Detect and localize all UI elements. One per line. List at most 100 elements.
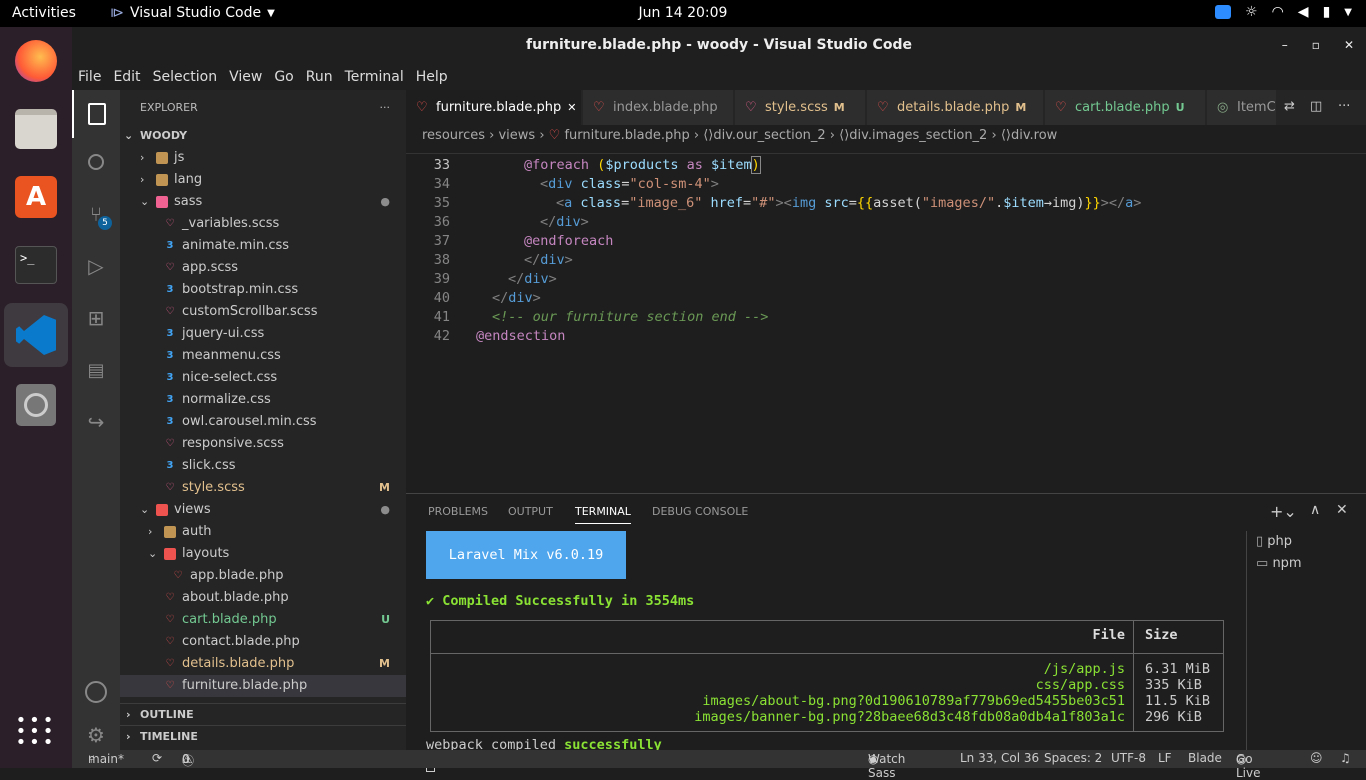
tree-item[interactable]: 3 owl.carousel.min.css (120, 411, 406, 433)
menu-selection[interactable]: Selection (147, 69, 224, 85)
tree-item[interactable]: ♡ cart.blade.php U (120, 609, 406, 631)
battery-icon[interactable]: ▮ (1323, 4, 1331, 20)
wifi-icon[interactable]: ◠ (1272, 4, 1284, 20)
breadcrumb-item[interactable]: furniture.blade.php (564, 128, 689, 143)
menu-file[interactable]: File (72, 69, 107, 85)
indentation[interactable]: Spaces: 2 (1044, 751, 1102, 765)
tab-problems[interactable]: PROBLEMS (428, 505, 488, 518)
split-editor-icon[interactable]: ◫ (1310, 99, 1322, 114)
menu-run[interactable]: Run (300, 69, 339, 85)
close-tab-icon[interactable]: ✕ (567, 101, 576, 114)
tree-item[interactable]: 3 bootstrap.min.css (120, 279, 406, 301)
tree-item[interactable]: › auth (120, 521, 406, 543)
tab-terminal[interactable]: TERMINAL (575, 505, 631, 524)
cursor-position[interactable]: Ln 33, Col 36 (960, 751, 1039, 765)
power-menu-icon[interactable]: ▼ (1344, 7, 1352, 18)
maximize-button[interactable]: ▫ (1312, 27, 1320, 64)
tree-item[interactable]: ⌄ sass ● (120, 191, 406, 213)
tree-item[interactable]: ♡ details.blade.php M (120, 653, 406, 675)
more-actions-icon[interactable]: ··· (1338, 99, 1350, 114)
close-panel-icon[interactable]: ✕ (1336, 502, 1348, 518)
firefox-icon[interactable] (12, 37, 60, 85)
tree-item[interactable]: ♡ app.scss (120, 257, 406, 279)
files-icon[interactable] (12, 105, 60, 153)
account-icon[interactable] (72, 668, 120, 716)
tree-item[interactable]: ♡ _variables.scss (120, 213, 406, 235)
tree-item[interactable]: ⌄ layouts (120, 543, 406, 565)
tree-item[interactable]: ♡ app.blade.php (120, 565, 406, 587)
breadcrumb-item[interactable]: div.images_section_2 (849, 128, 987, 143)
tab-cart-blade[interactable]: ♡ cart.blade.php U (1045, 90, 1206, 125)
outline-section[interactable]: › OUTLINE (120, 703, 406, 725)
breadcrumb-item[interactable]: div.our_section_2 (713, 128, 825, 143)
vscode-dock-icon[interactable] (12, 311, 60, 359)
activities-button[interactable]: Activities (12, 5, 76, 21)
tree-item[interactable]: ⌄ views ● (120, 499, 406, 521)
search-icon[interactable] (72, 138, 120, 186)
explorer-icon[interactable] (72, 90, 120, 138)
timeline-section[interactable]: › TIMELINE (120, 725, 406, 747)
settings-gear-icon[interactable]: ⚙ (72, 720, 120, 750)
minimize-button[interactable]: – (1282, 27, 1288, 64)
docker-icon[interactable]: ▤ (72, 346, 120, 394)
feedback-icon[interactable]: ☺ (1310, 751, 1323, 765)
terminal-icon[interactable]: >_ (12, 241, 60, 289)
sync-icon[interactable]: ⟳ (152, 751, 162, 765)
more-actions-icon[interactable]: ··· (380, 90, 391, 125)
menu-help[interactable]: Help (410, 69, 454, 85)
language-mode[interactable]: Blade (1188, 751, 1222, 765)
notifications-icon[interactable]: ♫ (1340, 751, 1351, 765)
live-share-icon[interactable]: ↪ (72, 398, 120, 446)
line-ending[interactable]: LF (1158, 751, 1172, 765)
show-apps-icon[interactable]: ••• ••• ••• (12, 707, 60, 755)
source-control-icon[interactable]: ⑂ 5 (72, 190, 120, 238)
tab-index-blade[interactable]: ♡ index.blade.php (583, 90, 734, 125)
terminal-item-npm[interactable]: ▭ npm (1256, 556, 1302, 578)
terminal-output[interactable]: Laravel Mix v6.0.19 ✔ Compiled Successfu… (426, 531, 1246, 772)
tab-output[interactable]: OUTPUT (508, 505, 553, 518)
tree-item[interactable]: ♡ style.scss M (120, 477, 406, 499)
maximize-panel-icon[interactable]: ∧ (1310, 502, 1320, 518)
tree-item[interactable]: › js (120, 147, 406, 169)
tree-item[interactable]: › lang (120, 169, 406, 191)
tab-style-scss[interactable]: ♡ style.scss M (735, 90, 866, 125)
tab-itemc[interactable]: ◎ ItemC (1207, 90, 1277, 125)
volume-icon[interactable]: ◀ (1298, 4, 1309, 20)
tree-item[interactable]: ♡ about.blade.php (120, 587, 406, 609)
tab-details-blade[interactable]: ♡ details.blade.php M (867, 90, 1044, 125)
tree-item[interactable]: ♡ furniture.blade.php (120, 675, 406, 697)
tab-furniture-blade[interactable]: ♡ furniture.blade.php ✕ (406, 90, 582, 125)
tree-item[interactable]: 3 meanmenu.css (120, 345, 406, 367)
tree-item[interactable]: 3 slick.css (120, 455, 406, 477)
code-editor[interactable]: 33 @foreach ($products as $item) 34 <div… (406, 147, 1366, 493)
tab-debug-console[interactable]: DEBUG CONSOLE (652, 505, 748, 518)
encoding[interactable]: UTF-8 (1111, 751, 1146, 765)
clock[interactable]: Jun 14 20:09 (639, 5, 728, 21)
menu-edit[interactable]: Edit (107, 69, 146, 85)
breadcrumb-item[interactable]: views (498, 128, 535, 143)
system-tray[interactable]: ☼ ◠ ◀ ▮ ▼ (1215, 4, 1352, 20)
brightness-icon[interactable]: ☼ (1245, 4, 1258, 20)
close-window-button[interactable]: ✕ (1344, 27, 1354, 64)
extensions-icon[interactable]: ⊞ (72, 294, 120, 342)
app-menu[interactable]: ⧐ Visual Studio Code ▼ (110, 5, 275, 21)
tree-item[interactable]: 3 animate.min.css (120, 235, 406, 257)
menu-go[interactable]: Go (268, 69, 299, 85)
software-center-icon[interactable]: A (12, 173, 60, 221)
tree-item[interactable]: ♡ customScrollbar.scss (120, 301, 406, 323)
workspace-root[interactable]: ⌄ WOODY (120, 125, 406, 147)
zoom-icon[interactable] (1215, 5, 1232, 19)
menu-terminal[interactable]: Terminal (339, 69, 410, 85)
terminal-item-php[interactable]: ▯ php (1256, 534, 1302, 556)
tree-item[interactable]: ♡ contact.blade.php (120, 631, 406, 653)
tree-item[interactable]: 3 jquery-ui.css (120, 323, 406, 345)
compare-changes-icon[interactable]: ⇄ (1284, 99, 1295, 114)
menu-view[interactable]: View (223, 69, 268, 85)
run-debug-icon[interactable]: ▷ (72, 242, 120, 290)
tree-item[interactable]: 3 nice-select.css (120, 367, 406, 389)
tree-item[interactable]: 3 normalize.css (120, 389, 406, 411)
new-terminal-icon[interactable]: +⌄ (1270, 502, 1297, 521)
breadcrumb-item[interactable]: div.row (1011, 128, 1057, 143)
breadcrumb-item[interactable]: resources (422, 128, 485, 143)
tree-item[interactable]: ♡ responsive.scss (120, 433, 406, 455)
